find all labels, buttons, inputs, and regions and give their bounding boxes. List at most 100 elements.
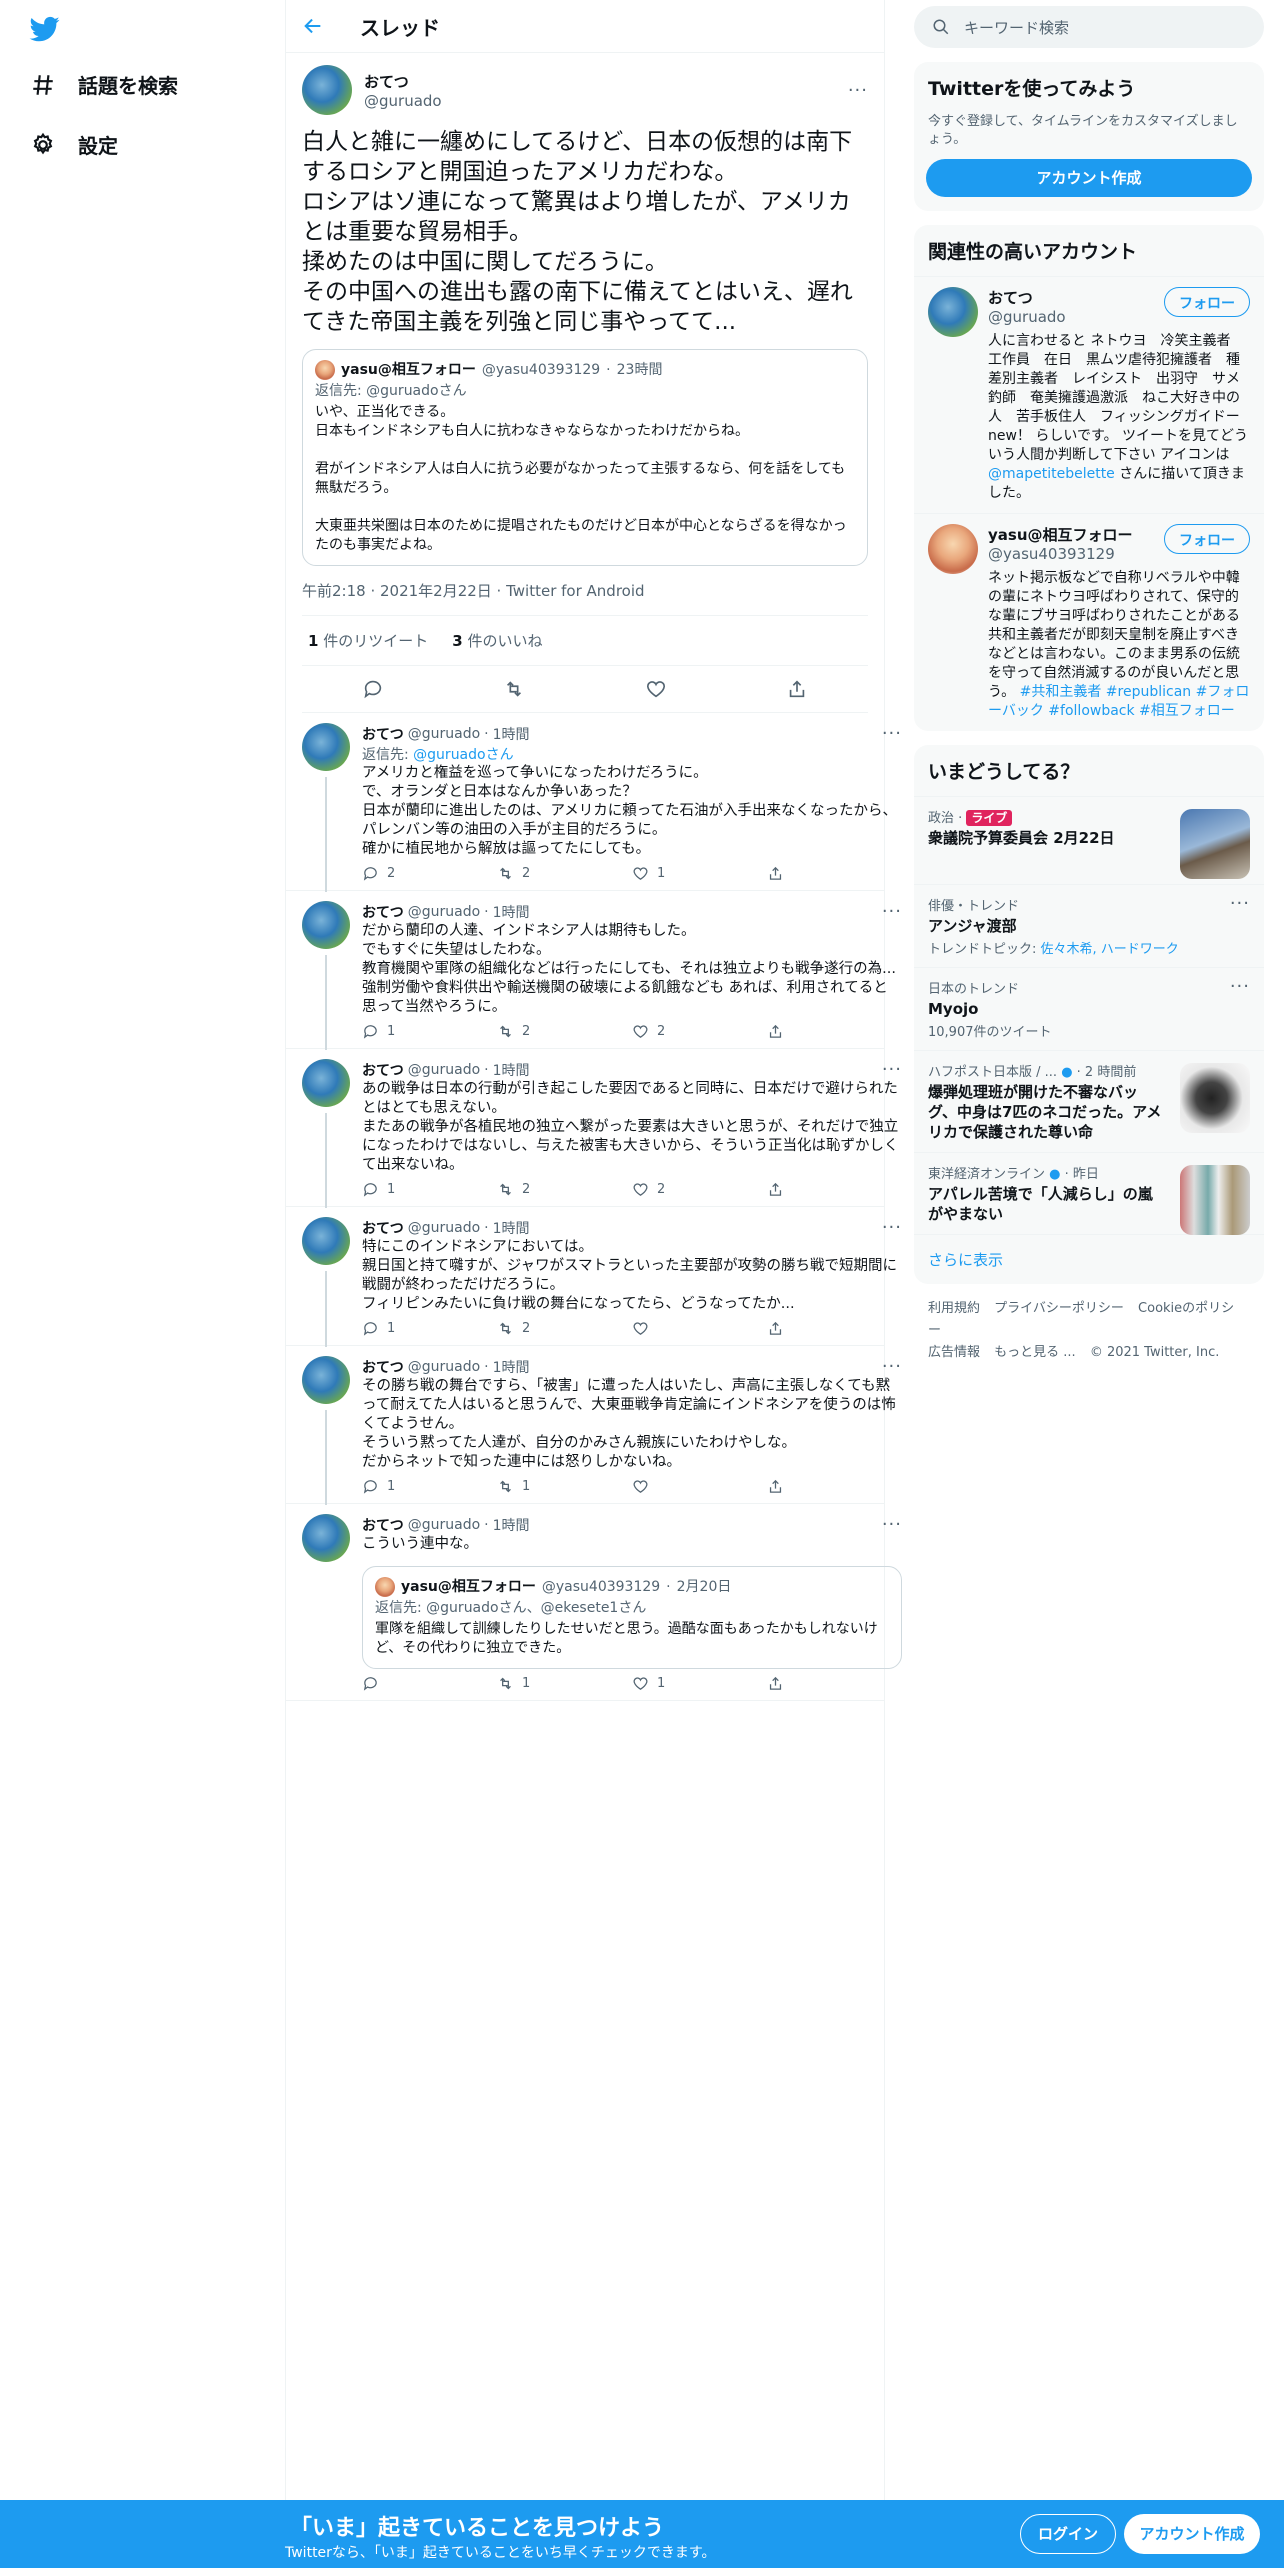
author-name[interactable]: おてつ <box>362 1357 404 1377</box>
retweet-button[interactable]: 2 <box>497 1023 632 1040</box>
more-options-icon[interactable]: ··· <box>882 1217 902 1238</box>
more-options-icon[interactable]: ··· <box>1230 893 1250 914</box>
retweet-button[interactable]: 2 <box>497 1320 632 1337</box>
author-handle[interactable]: @guruado <box>408 726 480 742</box>
reply-button[interactable]: 1 <box>362 1320 497 1337</box>
retweet-button[interactable]: 2 <box>497 865 632 882</box>
tweet-meta[interactable]: 午前2:18 · 2021年2月22日 · Twitter for Androi… <box>302 566 868 616</box>
more-options-icon[interactable]: ··· <box>882 723 902 744</box>
avatar[interactable] <box>302 1514 350 1562</box>
more-options-icon[interactable]: ··· <box>882 1059 902 1080</box>
avatar[interactable] <box>302 1356 350 1404</box>
reply-button[interactable]: 1 <box>362 1478 497 1495</box>
tweet-time[interactable]: 1時間 <box>493 1357 530 1377</box>
like-button[interactable] <box>632 1478 767 1495</box>
like-button[interactable]: 1 <box>632 1675 767 1692</box>
author-handle[interactable]: @guruado <box>408 1220 480 1236</box>
retweet-button[interactable]: 1 <box>497 1478 632 1495</box>
follow-button[interactable]: フォロー <box>1164 287 1250 317</box>
like-stat[interactable]: 3 件のいいね <box>452 630 542 651</box>
quoted-tweet[interactable]: yasu@相互フォロー @yasu40393129 · 2月20日 返信先: @gur… <box>362 1566 902 1669</box>
account-item[interactable]: yasu@相互フォロー @yasu40393129 フォロー ネット掲示板などで… <box>914 513 1264 731</box>
reply-tweet[interactable]: おてつ @guruado · 1時間 ··· その勝ち戦の舞台ですら、「被害」に遭った人… <box>286 1346 901 1505</box>
reply-button[interactable]: 2 <box>362 865 497 882</box>
follow-button[interactable]: フォロー <box>1164 524 1250 554</box>
more-options-icon[interactable]: ··· <box>882 1514 902 1535</box>
login-button[interactable]: ログイン <box>1020 2514 1116 2554</box>
author-name[interactable]: おてつ <box>362 724 404 744</box>
more-options-icon[interactable]: ··· <box>882 901 902 922</box>
tweet-time[interactable]: 1時間 <box>493 1218 530 1238</box>
author-handle[interactable]: @guruado <box>408 1062 480 1078</box>
twitter-logo-icon[interactable] <box>28 14 62 44</box>
show-more-link[interactable]: さらに表示 <box>914 1234 1264 1284</box>
account-name[interactable]: yasu@相互フォロー <box>988 524 1133 545</box>
reply-button[interactable]: 1 <box>362 1023 497 1040</box>
account-handle[interactable]: @guruado <box>988 308 1066 326</box>
avatar[interactable] <box>302 1059 350 1107</box>
reply-icon[interactable] <box>362 678 384 700</box>
account-handle[interactable]: @yasu40393129 <box>988 545 1133 563</box>
trend-item[interactable]: 政治 · ライブ 衆議院予算委員会 2月22日 <box>914 796 1264 884</box>
tweet-time[interactable]: 1時間 <box>493 902 530 922</box>
like-button[interactable]: 2 <box>632 1023 767 1040</box>
reply-button[interactable] <box>362 1675 497 1692</box>
footer-link[interactable]: 広告情報 <box>928 1345 980 1360</box>
avatar[interactable] <box>928 524 978 574</box>
more-options-icon[interactable]: ··· <box>1230 976 1250 997</box>
create-account-button[interactable]: アカウント作成 <box>926 159 1252 197</box>
share-button[interactable] <box>767 1478 902 1495</box>
share-icon[interactable] <box>786 678 808 700</box>
retweet-button[interactable]: 1 <box>497 1675 632 1692</box>
trend-topics[interactable]: 佐々木希, ハードワーク <box>1041 942 1179 957</box>
author-handle[interactable]: @guruado <box>408 904 480 920</box>
quoted-tweet[interactable]: yasu@相互フォロー @yasu40393129 · 23時間 返信先: @g… <box>302 349 868 566</box>
author-name[interactable]: おてつ <box>362 1060 404 1080</box>
bio-link[interactable]: @mapetitebelette <box>988 466 1115 482</box>
bio-hashtags[interactable]: #共和主義者 #republican #フォローバック #followback … <box>988 684 1249 719</box>
author-name[interactable]: おてつ <box>364 71 442 92</box>
reply-tweet[interactable]: おてつ @guruado · 1時間 ··· 特にこのインドネシアにおいては。 親日国と… <box>286 1207 901 1347</box>
reply-to-handle[interactable]: @guruadoさん <box>413 747 513 763</box>
nav-explore[interactable]: 話題を検索 <box>30 70 178 99</box>
share-button[interactable] <box>767 1181 902 1198</box>
search-box[interactable]: キーワード検索 <box>914 6 1264 48</box>
like-button[interactable] <box>632 1320 767 1337</box>
author-name[interactable]: おてつ <box>362 902 404 922</box>
more-options-icon[interactable]: ··· <box>882 1356 902 1377</box>
author-handle[interactable]: @guruado <box>408 1359 480 1375</box>
avatar[interactable] <box>302 65 352 115</box>
account-item[interactable]: おてつ @guruado フォロー 人に言わせると ネトウヨ 冷笑主義者 工作員… <box>914 276 1264 513</box>
back-arrow-icon[interactable] <box>302 15 324 37</box>
trend-item[interactable]: ハフポスト日本版 / ... ● · 2 時間前 爆弾処理班が開けた不審なバッグ… <box>914 1050 1264 1152</box>
search-input[interactable]: キーワード検索 <box>964 17 1069 38</box>
account-name[interactable]: おてつ <box>988 287 1066 308</box>
reply-tweet[interactable]: おてつ @guruado · 1時間 ··· こういう連中な。 yasu@相互フォロー @… <box>286 1504 902 1701</box>
like-button[interactable]: 2 <box>632 1181 767 1198</box>
share-button[interactable] <box>767 1023 902 1040</box>
footer-link[interactable]: 利用規約 <box>928 1301 980 1316</box>
retweet-button[interactable]: 2 <box>497 1181 632 1198</box>
footer-link[interactable]: プライバシーポリシー <box>994 1301 1124 1316</box>
retweet-icon[interactable] <box>503 678 525 700</box>
tweet-time[interactable]: 1時間 <box>493 1515 530 1535</box>
avatar[interactable] <box>302 901 350 949</box>
avatar[interactable] <box>928 287 978 337</box>
avatar[interactable] <box>302 723 350 771</box>
author-name[interactable]: おてつ <box>362 1515 404 1535</box>
author-handle[interactable]: @guruado <box>408 1517 480 1533</box>
tweet-time[interactable]: 1時間 <box>493 1060 530 1080</box>
author-handle[interactable]: @guruado <box>364 92 442 110</box>
reply-tweet[interactable]: おてつ @guruado · 1時間 ··· だから蘭印の人達、インドネシア人は期待もし… <box>286 891 901 1050</box>
tweet-time[interactable]: 1時間 <box>493 724 530 744</box>
like-icon[interactable] <box>645 678 667 700</box>
trend-item[interactable]: 日本のトレンド ··· Myojo 10,907件のツイート <box>914 967 1264 1050</box>
footer-link[interactable]: もっと見る ... <box>994 1345 1076 1360</box>
signup-button[interactable]: アカウント作成 <box>1124 2514 1260 2554</box>
avatar[interactable] <box>302 1217 350 1265</box>
reply-tweet[interactable]: おてつ @guruado · 1時間 ··· あの戦争は日本の行動が引き起こした要因であ… <box>286 1049 901 1208</box>
more-options-icon[interactable]: ··· <box>848 80 868 101</box>
reply-button[interactable]: 1 <box>362 1181 497 1198</box>
author-name[interactable]: おてつ <box>362 1218 404 1238</box>
like-button[interactable]: 1 <box>632 865 767 882</box>
